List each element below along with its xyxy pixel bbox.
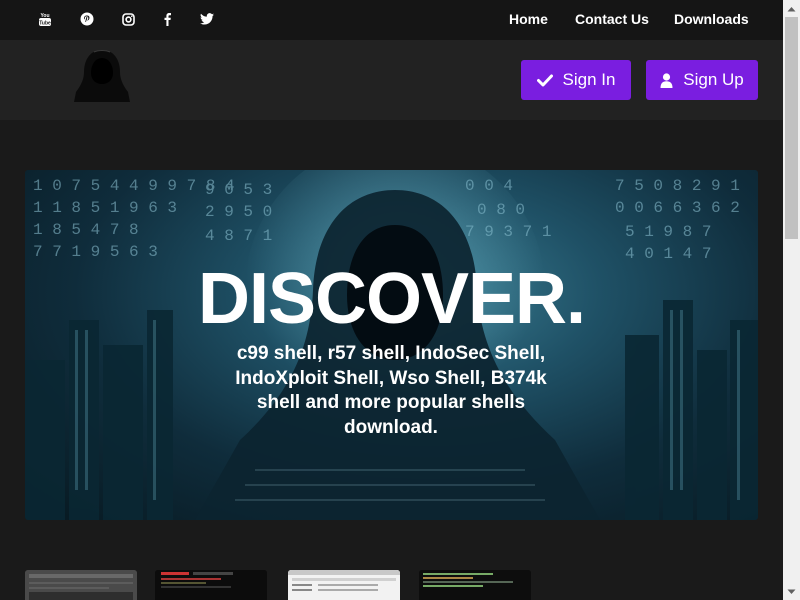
shell-thumbnail[interactable] <box>419 570 531 600</box>
check-icon <box>536 74 553 87</box>
shell-thumbnail[interactable] <box>25 570 137 600</box>
site-header: Sign In Sign Up <box>0 40 783 120</box>
svg-text:Tube: Tube <box>39 21 51 27</box>
nav-downloads-link[interactable]: Downloads <box>674 11 749 27</box>
sign-in-button[interactable]: Sign In <box>521 60 631 100</box>
instagram-icon[interactable] <box>120 11 136 27</box>
svg-text:9 0 5 3: 9 0 5 3 <box>205 181 272 199</box>
shell-thumbnail[interactable] <box>155 570 267 600</box>
facebook-icon[interactable] <box>159 11 175 27</box>
svg-text:5 1 9 8 7: 5 1 9 8 7 <box>625 223 711 241</box>
svg-text:0 0 6 6 3 6 2: 0 0 6 6 3 6 2 <box>615 199 740 217</box>
svg-text:1 1 8 5 1 9 6 3: 1 1 8 5 1 9 6 3 <box>33 199 177 217</box>
pinterest-icon[interactable] <box>79 11 95 27</box>
twitter-icon[interactable] <box>199 11 215 27</box>
sign-in-label: Sign In <box>562 70 616 89</box>
hero-banner: 1 0 7 5 4 4 9 9 7 8 4 1 1 8 5 1 9 6 3 1 … <box>25 170 758 520</box>
nav-contact-link[interactable]: Contact Us <box>575 11 649 27</box>
svg-text:1 8 5 4 7 8: 1 8 5 4 7 8 <box>33 221 139 239</box>
svg-text:2 9 5 0: 2 9 5 0 <box>205 203 272 221</box>
scroll-up-arrow-icon[interactable] <box>783 0 800 17</box>
youtube-icon[interactable]: You Tube <box>37 11 53 27</box>
user-icon <box>660 72 673 88</box>
vertical-scrollbar[interactable] <box>783 0 800 600</box>
hero-title: DISCOVER. <box>197 259 586 339</box>
scroll-down-arrow-icon[interactable] <box>783 583 800 600</box>
scrollbar-thumb[interactable] <box>785 17 798 239</box>
shell-thumbnail[interactable] <box>288 570 400 600</box>
sign-up-button[interactable]: Sign Up <box>646 60 758 100</box>
sign-up-label: Sign Up <box>683 70 744 89</box>
top-bar: You Tube Home Contact Us Downloads <box>0 0 783 40</box>
hooded-hacker-icon[interactable] <box>72 48 132 102</box>
hero-subtitle: c99 shell, r57 shell, IndoSec Shell, Ind… <box>235 343 547 438</box>
nav-home-link[interactable]: Home <box>509 11 548 27</box>
svg-text:7 5 0 8 2 9 1: 7 5 0 8 2 9 1 <box>615 177 740 195</box>
page: You Tube Home Contact Us Downloads Sign … <box>0 0 783 600</box>
